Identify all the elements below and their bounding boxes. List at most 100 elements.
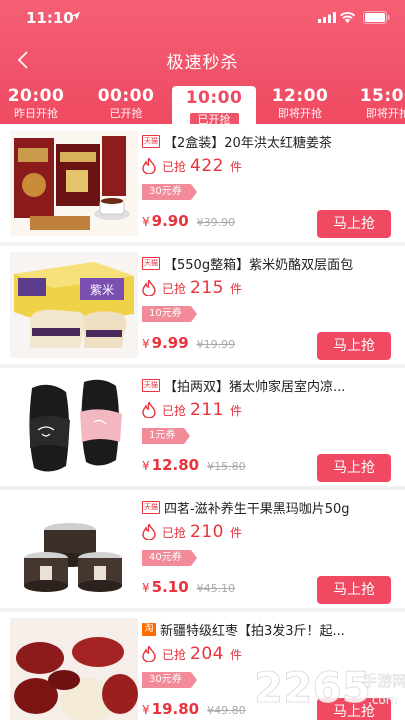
tab-time: 00:00 [97, 86, 155, 106]
sale-price: 12.80 [151, 456, 200, 474]
original-price: ¥39.90 [196, 216, 236, 229]
svg-text:紫米: 紫米 [90, 283, 114, 297]
tab-20-00[interactable]: 20:00 昨日开抢 [0, 86, 78, 124]
product-title: 天猫 【550g整箱】紫米奶酪双层面包 [142, 254, 391, 273]
buy-now-button[interactable]: 马上抢 [317, 576, 391, 604]
product-image-red-dates [10, 618, 138, 720]
product-name: 【550g整箱】紫米奶酪双层面包 [164, 258, 354, 273]
status-bar: 11:10 [0, 0, 405, 36]
flame-icon [142, 158, 156, 174]
price-row: ¥ 5.10 ¥45.10 [142, 578, 235, 596]
grabbed-unit: 件 [229, 281, 242, 296]
price-row: ¥ 9.90 ¥39.90 [142, 212, 235, 230]
grabbed-number: 210 [190, 522, 224, 542]
grabbed-unit: 件 [229, 525, 242, 540]
page-title: 极速秒杀 [166, 53, 239, 73]
coupon-tag: 40元券 [142, 550, 197, 566]
watermark-logo: 2265 手游网 .com [250, 658, 405, 720]
tmall-badge: 天猫 [142, 135, 160, 148]
nav-bar: 极速秒杀 [0, 36, 405, 84]
product-item[interactable]: 天猫 【2盒装】20年洪太红糖姜茶 已抢 422 件 30元券 ¥ 9.90 ¥… [0, 124, 405, 242]
tab-time: 12:00 [271, 86, 329, 106]
product-item[interactable]: 紫米 天猫 【550g整箱】紫米奶酪双层面包 已抢 215 件 10元券 ¥ 9… [0, 246, 405, 364]
currency: ¥ [142, 703, 150, 717]
grabbed-number: 215 [190, 278, 224, 298]
tab-label: 昨日开抢 [14, 107, 58, 120]
grabbed-count: 已抢 210 件 [142, 522, 242, 542]
product-name: 四茗-滋补养生干果黑玛咖片50g [164, 502, 350, 517]
status-time: 11:10 [26, 9, 74, 27]
grabbed-label: 已抢 [162, 281, 187, 296]
grabbed-number: 422 [190, 156, 224, 176]
buy-now-button[interactable]: 马上抢 [317, 454, 391, 482]
flame-icon [142, 646, 156, 662]
product-image-maca-jars [10, 496, 138, 602]
original-price: ¥49.80 [207, 704, 246, 717]
sale-price: 9.99 [151, 334, 189, 352]
grabbed-count: 已抢 215 件 [142, 278, 242, 298]
grabbed-unit: 件 [229, 647, 242, 662]
original-price: ¥19.99 [196, 338, 236, 351]
sale-price: 5.10 [151, 578, 189, 596]
product-title: 天猫 【2盒装】20年洪太红糖姜茶 [142, 132, 391, 151]
taobao-badge: 淘 [142, 623, 156, 636]
product-info: 天猫 四茗-滋补养生干果黑玛咖片50g 已抢 210 件 40元券 ¥ 5.10… [142, 490, 391, 608]
product-title: 淘 新疆特级红枣【拍3发3斤！起... [142, 620, 391, 639]
sale-price: 19.80 [151, 700, 200, 718]
grabbed-number: 204 [190, 644, 224, 664]
grabbed-count: 已抢 204 件 [142, 644, 242, 664]
product-name: 【拍两双】猪太帅家居室内凉... [164, 380, 346, 395]
product-info: 天猫 【550g整箱】紫米奶酪双层面包 已抢 215 件 10元券 ¥ 9.99… [142, 246, 391, 364]
tab-00-00[interactable]: 00:00 已开抢 [84, 86, 168, 124]
flame-icon [142, 280, 156, 296]
product-title: 天猫 四茗-滋补养生干果黑玛咖片50g [142, 498, 391, 517]
price-row: ¥ 9.99 ¥19.99 [142, 334, 235, 352]
tab-time: 10:00 [185, 88, 243, 108]
original-price: ¥45.10 [196, 582, 236, 595]
product-info: 天猫 【2盒装】20年洪太红糖姜茶 已抢 422 件 30元券 ¥ 9.90 ¥… [142, 124, 391, 242]
product-list: 天猫 【2盒装】20年洪太红糖姜茶 已抢 422 件 30元券 ¥ 9.90 ¥… [0, 124, 405, 720]
grabbed-label: 已抢 [162, 525, 187, 540]
grabbed-unit: 件 [229, 403, 242, 418]
currency: ¥ [142, 581, 150, 595]
grabbed-count: 已抢 211 件 [142, 400, 242, 420]
coupon-tag: 10元券 [142, 306, 197, 322]
coupon-tag: 1元券 [142, 428, 191, 444]
flame-icon [142, 402, 156, 418]
grabbed-count: 已抢 422 件 [142, 156, 242, 176]
original-price: ¥15.80 [207, 460, 246, 473]
tab-label: 已开抢 [109, 107, 143, 120]
currency: ¥ [142, 337, 150, 351]
time-tabs: 20:00 昨日开抢 00:00 已开抢 10:00 已开抢 12:00 即将开… [0, 86, 405, 128]
grabbed-unit: 件 [229, 159, 242, 174]
tmall-badge: 天猫 [142, 257, 160, 270]
product-image-ginger-tea [10, 130, 138, 236]
tab-label: 即将开抢 [366, 107, 405, 120]
wifi-icon [340, 12, 355, 23]
product-name: 新疆特级红枣【拍3发3斤！起... [160, 624, 345, 639]
watermark-main: 2265 [254, 663, 371, 712]
tmall-badge: 天猫 [142, 501, 160, 514]
coupon-tag: 30元券 [142, 184, 197, 200]
tab-12-00[interactable]: 12:00 即将开抢 [258, 86, 342, 124]
grabbed-label: 已抢 [162, 647, 187, 662]
grabbed-label: 已抢 [162, 159, 187, 174]
tab-15-00[interactable]: 15:00 即将开抢 [346, 86, 405, 124]
product-info: 天猫 【拍两双】猪太帅家居室内凉... 已抢 211 件 1元券 ¥ 12.80… [142, 368, 391, 486]
product-item[interactable]: 天猫 【拍两双】猪太帅家居室内凉... 已抢 211 件 1元券 ¥ 12.80… [0, 368, 405, 486]
currency: ¥ [142, 215, 150, 229]
grabbed-label: 已抢 [162, 403, 187, 418]
buy-now-button[interactable]: 马上抢 [317, 332, 391, 360]
tab-time: 15:00 [359, 86, 405, 106]
product-name: 【2盒装】20年洪太红糖姜茶 [164, 136, 332, 151]
buy-now-button[interactable]: 马上抢 [317, 210, 391, 238]
product-image-slippers [10, 374, 138, 480]
product-item[interactable]: 天猫 四茗-滋补养生干果黑玛咖片50g 已抢 210 件 40元券 ¥ 5.10… [0, 490, 405, 608]
header: 11:10 极速秒杀 20:00 昨日开抢 00:00 已开抢 10:00 已开… [0, 0, 405, 128]
tab-time: 20:00 [7, 86, 65, 106]
watermark-url: .com [368, 693, 397, 707]
product-title: 天猫 【拍两双】猪太帅家居室内凉... [142, 376, 391, 395]
tab-10-00[interactable]: 10:00 已开抢 [172, 86, 256, 128]
product-image-bread: 紫米 [10, 252, 138, 358]
battery-icon [363, 11, 390, 24]
